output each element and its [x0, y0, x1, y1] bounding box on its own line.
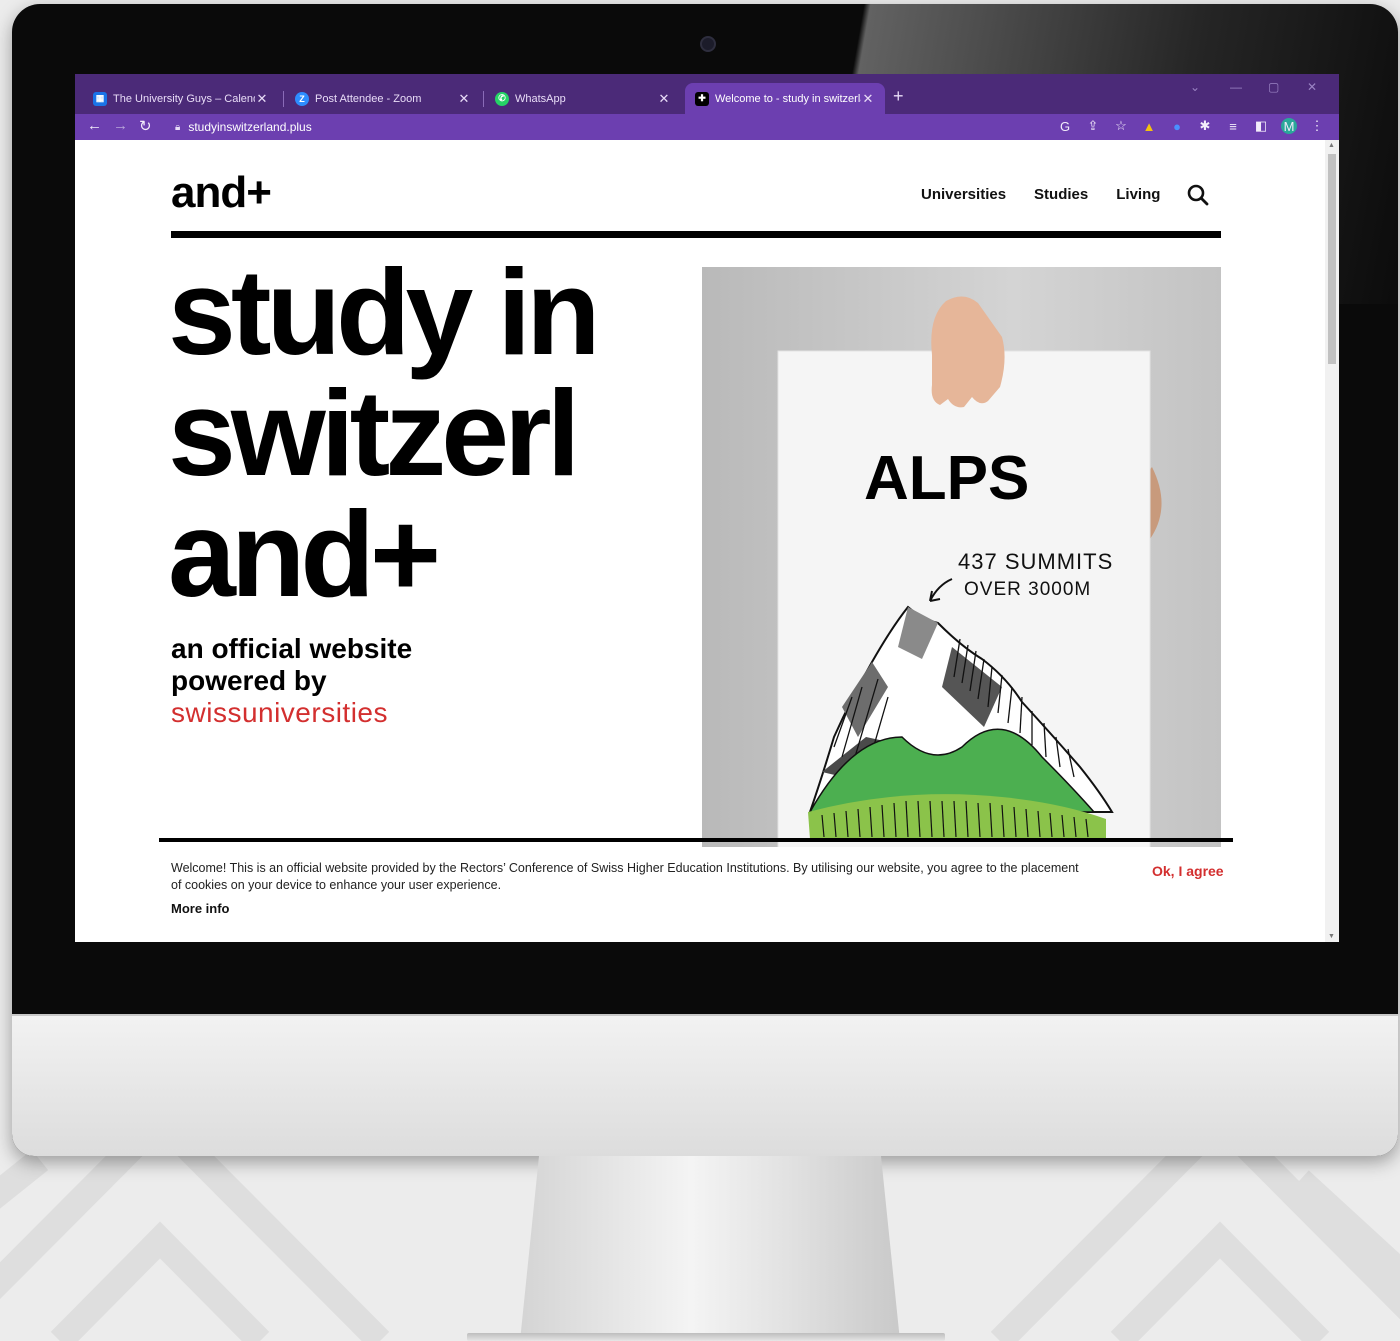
swissuniversities-logo[interactable]: swissuniversities — [171, 697, 388, 729]
agree-button[interactable]: Ok, I agree — [1152, 863, 1224, 879]
tab-bar: ▦ The University Guys – Calendar - ✕ Z P… — [75, 74, 1339, 114]
lock-icon: 🔒︎ — [175, 121, 181, 133]
tab-search-icon[interactable]: ⌄ — [1190, 80, 1200, 94]
search-icon[interactable] — [1187, 184, 1209, 206]
back-arrow-icon[interactable]: ← — [87, 117, 102, 134]
tagline: an official website powered by — [171, 633, 412, 697]
tab-separator — [483, 91, 484, 107]
browser-window: ▦ The University Guys – Calendar - ✕ Z P… — [75, 74, 1339, 942]
whatsapp-icon: ✆ — [495, 91, 509, 106]
extension-icon[interactable]: ● — [1169, 119, 1185, 134]
extension-toolbar: G ⇪ ☆ ▲ ● ✱ ≡ ◧ M ⋮ — [1057, 118, 1325, 134]
profile-avatar[interactable]: M — [1281, 118, 1297, 134]
tab-calendar[interactable]: ▦ The University Guys – Calendar - ✕ — [83, 83, 279, 114]
scrollbar[interactable]: ▲ ▼ — [1325, 140, 1339, 942]
header-divider — [171, 231, 1221, 238]
hero-title: study in switzerl and+ — [168, 244, 708, 622]
maximize-button[interactable]: ▢ — [1268, 80, 1279, 94]
sign-note-line-1: 437 SUMMITS — [958, 549, 1113, 574]
close-icon[interactable]: ✕ — [861, 91, 875, 107]
hero-image: ALPS 437 SUMMITS OVER 3000M — [702, 267, 1221, 847]
cookie-divider — [159, 838, 1233, 842]
reload-icon[interactable]: ↻ — [139, 117, 152, 135]
swiss-cross-icon: ✚ — [695, 91, 709, 106]
tab-title: Post Attendee - Zoom — [315, 92, 422, 105]
webcam — [700, 36, 716, 52]
bookmark-star-icon[interactable]: ☆ — [1113, 118, 1129, 134]
tab-study-in-switzerland[interactable]: ✚ Welcome to - study in switzerlan ✕ — [685, 83, 885, 114]
hero-line-1: study in — [168, 244, 601, 380]
sign-note-line-2: OVER 3000M — [964, 579, 1091, 600]
url-text: studyinswitzerland.plus — [188, 120, 312, 134]
tagline-line-2: powered by — [171, 665, 327, 696]
scroll-up-icon[interactable]: ▲ — [1328, 142, 1335, 149]
more-menu-icon[interactable]: ⋮ — [1309, 118, 1325, 134]
web-page: and+ Universities Studies Living study i… — [75, 140, 1339, 942]
tab-zoom[interactable]: Z Post Attendee - Zoom ✕ — [285, 83, 481, 114]
google-drive-icon[interactable]: ▲ — [1141, 119, 1157, 134]
tagline-line-1: an official website — [171, 633, 413, 664]
puzzle-icon[interactable]: ✱ — [1197, 118, 1213, 134]
zoom-icon: Z — [295, 91, 309, 106]
share-icon[interactable]: ⇪ — [1085, 118, 1101, 134]
tab-title: WhatsApp — [515, 92, 566, 105]
calendar-icon: ▦ — [93, 91, 107, 106]
nav-studies[interactable]: Studies — [1034, 186, 1088, 203]
sign-title: ALPS — [864, 444, 1029, 513]
google-icon[interactable]: G — [1057, 119, 1073, 134]
tab-whatsapp[interactable]: ✆ WhatsApp ✕ — [485, 83, 681, 114]
side-panel-icon[interactable]: ◧ — [1253, 118, 1269, 134]
monitor-stand — [520, 1156, 900, 1341]
main-nav: Universities Studies Living — [921, 186, 1160, 203]
nav-universities[interactable]: Universities — [921, 186, 1006, 203]
monitor-chin — [12, 1014, 1398, 1156]
more-info-link[interactable]: More info — [171, 901, 230, 916]
close-icon[interactable]: ✕ — [457, 91, 471, 107]
forward-arrow-icon[interactable]: → — [113, 117, 128, 134]
minimize-button[interactable]: — — [1230, 80, 1242, 94]
toolbar: ← → ↻ 🔒︎ studyinswitzerland.plus G ⇪ ☆ ▲… — [75, 114, 1339, 140]
hero-line-3: and+ — [168, 486, 441, 622]
new-tab-button[interactable]: + — [893, 86, 904, 107]
address-bar[interactable]: 🔒︎ studyinswitzerland.plus — [165, 116, 1045, 138]
alps-sign-illustration: ALPS 437 SUMMITS OVER 3000M — [777, 296, 1162, 847]
site-logo[interactable]: and+ — [171, 168, 272, 218]
tab-title: Welcome to - study in switzerlan — [715, 92, 861, 105]
close-window-button[interactable]: ✕ — [1307, 80, 1317, 94]
close-icon[interactable]: ✕ — [657, 91, 671, 107]
cookie-notice: Welcome! This is an official website pro… — [171, 861, 1079, 892]
scroll-down-icon[interactable]: ▼ — [1328, 933, 1335, 940]
tab-title: The University Guys – Calendar - — [113, 92, 255, 105]
nav-living[interactable]: Living — [1116, 186, 1160, 203]
close-icon[interactable]: ✕ — [255, 91, 269, 107]
reading-list-icon[interactable]: ≡ — [1225, 119, 1241, 134]
scrollbar-thumb[interactable] — [1328, 154, 1336, 364]
tab-separator — [283, 91, 284, 107]
hero-line-2: switzerl — [168, 365, 581, 501]
monitor-stand-base — [467, 1333, 945, 1341]
